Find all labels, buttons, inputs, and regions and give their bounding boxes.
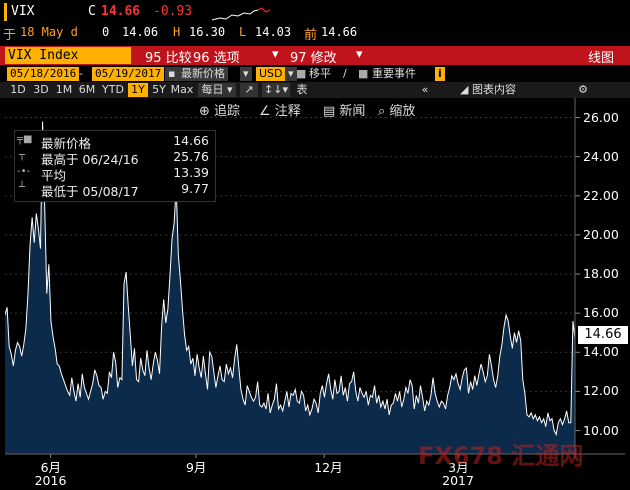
annotate-button[interactable]: ∠ 注释 — [259, 100, 301, 119]
legend-label-low: 最低于 05/08/17 — [41, 184, 139, 199]
modify-menu[interactable]: 97 修改 — [290, 47, 337, 66]
track-button[interactable]: ⊕ 追踪 — [199, 100, 240, 119]
x-year-label: 2017 — [442, 473, 474, 488]
legend-value-high: 25.76 — [173, 149, 209, 164]
legend-low-icon: ┴ — [19, 182, 26, 193]
ticker-symbol: VIX — [11, 4, 35, 19]
period-1y[interactable]: 1Y — [128, 83, 148, 97]
zoom-button[interactable]: ⌕ 缩放 — [378, 100, 415, 119]
period-5y[interactable]: 5Y — [150, 83, 168, 97]
chart-content-button[interactable]: ◢ 图表内容 — [453, 83, 523, 97]
price-type-select[interactable]: 最新价格 — [178, 67, 228, 81]
info-icon[interactable]: i — [435, 67, 445, 81]
legend-marker-icon: ╤■ — [17, 134, 33, 145]
y-tick-label: 18.00 — [583, 266, 619, 282]
bars-select[interactable]: ↕↓▾ — [262, 83, 290, 97]
legend-high-icon: ┬ — [19, 150, 26, 161]
y-tick-label: 16.00 — [583, 305, 619, 321]
y-tick-label: 22.00 — [583, 187, 619, 203]
period-row: 1D 3D 1M 6M YTD 1Y 5Y Max 每日 ▾ ↗ ↕↓▾ 表 «… — [0, 82, 630, 98]
chevron-down-icon[interactable]: ▾ — [285, 67, 297, 81]
quote-date: 18 May d — [20, 25, 78, 39]
menu-bar: VIX Index 95 比较 96 选项 ▾ 97 修改 ▾ 线图 — [0, 46, 630, 66]
watermark-logo: FX678 汇通网 — [418, 442, 584, 470]
x-year-label: 2016 — [34, 473, 67, 488]
price-change: -0.93 — [153, 4, 193, 19]
close-label: C — [88, 4, 96, 19]
gear-icon[interactable]: ⚙ — [575, 83, 591, 97]
period-max[interactable]: Max — [170, 83, 194, 97]
ticker-field[interactable]: VIX Index — [5, 47, 131, 64]
checkbox-icon[interactable]: ■ — [296, 67, 306, 81]
chevron-down-icon[interactable]: ▾ — [356, 47, 363, 62]
ticker-marker — [4, 3, 7, 21]
period-ytd[interactable]: YTD — [100, 83, 126, 97]
date-prefix: 于 — [3, 28, 17, 43]
date-separator: - — [79, 67, 83, 80]
open-value: 0 — [102, 25, 110, 39]
table-toggle[interactable]: 表 — [294, 83, 310, 97]
legend-value-last: 14.66 — [173, 133, 209, 148]
compare-menu[interactable]: 95 比较 — [145, 47, 192, 66]
legend-value-low: 9.77 — [181, 181, 209, 196]
chart-toolbar: ⊕ 追踪 ∠ 注释 ▤ 新闻 ⌕ 缩放 — [193, 100, 433, 119]
prev-label: 前 — [304, 28, 318, 43]
options-menu[interactable]: 96 选项 — [193, 47, 240, 66]
calendar-icon[interactable]: ▪ — [165, 67, 179, 81]
low-price: 14.03 — [255, 25, 292, 39]
quote-header: VIX C 14.66 -0.93 于 18 May d 0 14.06 H 1… — [0, 0, 630, 46]
prev-price: 14.66 — [321, 25, 358, 39]
chevron-down-icon[interactable]: ▾ — [240, 67, 252, 81]
legend-avg-icon: -•- — [17, 166, 31, 177]
high-label: H — [173, 25, 181, 39]
currency-select[interactable]: USD — [256, 67, 286, 81]
collapse-icon[interactable]: « — [415, 83, 435, 97]
last-price: 14.66 — [101, 4, 141, 19]
frequency-select[interactable]: 每日 ▾ — [198, 83, 236, 97]
period-3d[interactable]: 3D — [31, 83, 51, 97]
y-tick-label: 14.00 — [583, 344, 619, 360]
y-tick-label: 12.00 — [583, 383, 619, 399]
y-tick-label: 10.00 — [583, 422, 619, 438]
news-button[interactable]: ▤ 新闻 — [323, 100, 365, 119]
move-avg-toggle[interactable]: 移平 — [309, 67, 331, 81]
chevron-down-icon[interactable]: ▾ — [272, 47, 279, 62]
period-1m[interactable]: 1M — [54, 83, 74, 97]
last-price-box: 14.66 — [578, 326, 628, 344]
key-events-toggle[interactable]: 重要事件 — [372, 67, 416, 81]
sparkline-icon — [212, 7, 271, 21]
checkbox-icon[interactable]: ■ — [358, 67, 368, 81]
start-date-input[interactable]: 05/18/2016 — [7, 67, 80, 81]
chart-legend: ╤■ 最新价格 14.66 ┬ 最高于 06/24/16 25.76 -•- 平… — [14, 130, 216, 202]
x-tick-label: 9月 — [185, 460, 207, 475]
legend-value-avg: 13.39 — [173, 165, 209, 180]
slash-divider: / — [343, 67, 347, 80]
open-price: 14.06 — [122, 25, 159, 39]
y-tick-label: 24.00 — [583, 148, 619, 164]
period-6m[interactable]: 6M — [77, 83, 97, 97]
y-tick-label: 26.00 — [583, 109, 619, 125]
low-label: L — [239, 25, 247, 39]
y-tick-label: 20.00 — [583, 226, 619, 242]
end-date-input[interactable]: 05/19/2017 — [92, 67, 165, 81]
period-1d[interactable]: 1D — [8, 83, 28, 97]
chart-style-icon[interactable]: ↗ — [240, 83, 258, 97]
x-tick-label: 12月 — [314, 460, 343, 475]
view-type-label[interactable]: 线图 — [588, 47, 614, 66]
high-price: 16.30 — [189, 25, 226, 39]
date-range-row: 05/18/2016 - 05/19/2017 ▪ 最新价格 ▾ USD ▾ ■… — [0, 66, 630, 82]
